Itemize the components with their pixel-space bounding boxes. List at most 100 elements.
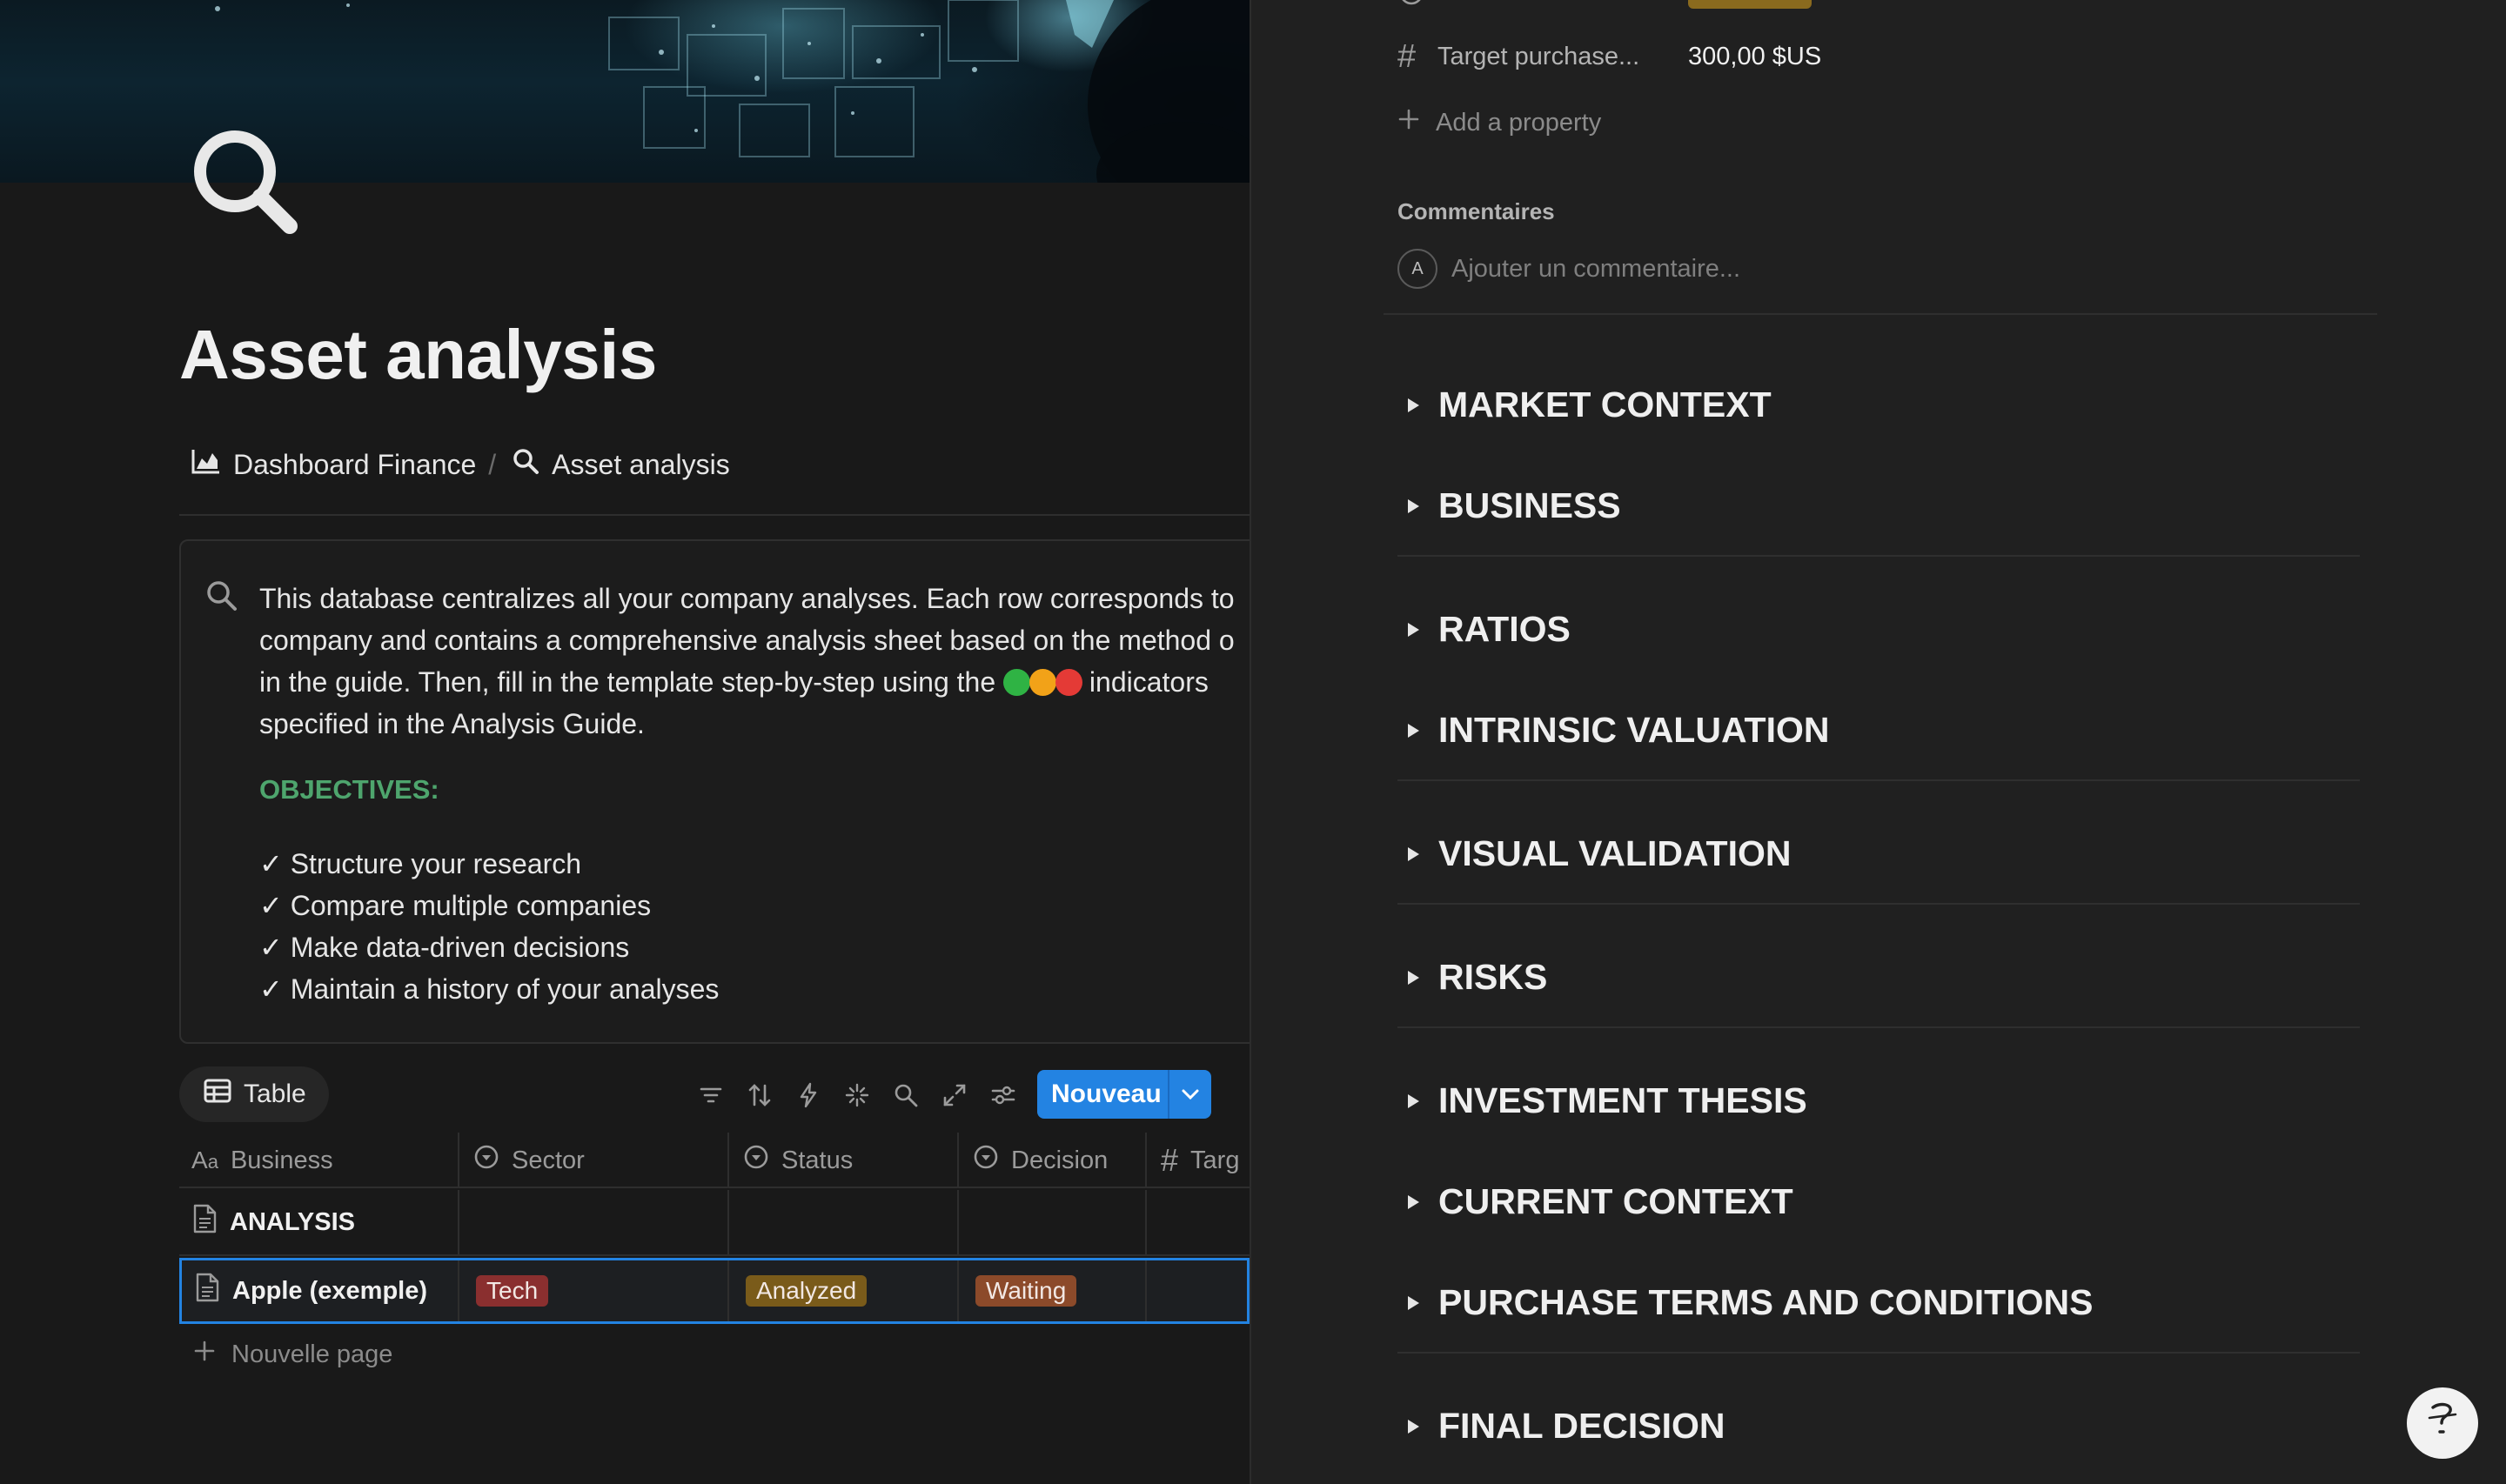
property-row-target[interactable]: # Target purchase... 300,00 $US	[1397, 38, 1821, 76]
callout-line: in the guide. Then, fill in the template…	[259, 661, 1250, 703]
expand-icon[interactable]	[941, 1082, 968, 1108]
filter-icon[interactable]	[698, 1082, 724, 1108]
toggle-business[interactable]: BUSINESS	[1408, 485, 1621, 526]
toggle-heading: PURCHASE TERMS AND CONDITIONS	[1438, 1282, 2094, 1322]
avatar: A	[1397, 249, 1437, 289]
search-icon[interactable]	[187, 124, 300, 237]
callout-line: specified in the Analysis Guide.	[259, 708, 645, 739]
breadcrumb-label: Asset analysis	[552, 448, 730, 480]
divider	[1397, 903, 2360, 905]
row-title: ANALYSIS	[230, 1207, 355, 1236]
table-row[interactable]: ANALYSIS	[179, 1190, 1250, 1256]
column-header-business[interactable]: Aa Business	[191, 1133, 333, 1188]
column-divider	[727, 1260, 729, 1321]
number-hash-icon: #	[1397, 38, 1417, 75]
search-icon	[512, 447, 539, 482]
view-tab-label: Table	[244, 1080, 306, 1108]
new-page-label: Nouvelle page	[231, 1340, 393, 1368]
divider	[1397, 555, 2360, 557]
divider	[1397, 1352, 2360, 1354]
toggle-heading: BUSINESS	[1438, 485, 1621, 525]
table-row-selected[interactable]: Apple (exemple) Tech Analyzed Waiting	[179, 1258, 1250, 1324]
toggle-heading: INTRINSIC VALUATION	[1438, 710, 1830, 750]
toggle-triangle-icon	[1408, 970, 1419, 985]
help-button[interactable]	[2407, 1387, 2478, 1459]
decision-cell[interactable]: Waiting	[975, 1260, 1077, 1321]
chart-icon	[191, 448, 221, 481]
column-divider	[458, 1260, 459, 1321]
column-header-sector[interactable]: Sector	[473, 1133, 585, 1188]
callout-description: This database centralizes all your compa…	[259, 578, 1250, 745]
toggle-market-context[interactable]: MARKET CONTEXT	[1408, 384, 1772, 425]
toggle-heading: MARKET CONTEXT	[1438, 384, 1772, 424]
status-cell[interactable]: Analyzed	[746, 1260, 868, 1321]
toggle-heading: RISKS	[1438, 957, 1548, 997]
toggle-heading: CURRENT CONTEXT	[1438, 1181, 1793, 1221]
column-divider	[727, 1190, 729, 1254]
search-icon[interactable]	[893, 1082, 919, 1108]
toggle-triangle-icon	[1408, 723, 1419, 738]
column-header-decision[interactable]: Decision	[973, 1133, 1108, 1188]
objective-item: ✓ Maintain a history of your analyses	[259, 973, 720, 1005]
column-header-status[interactable]: Status	[743, 1133, 853, 1188]
chevron-down-icon[interactable]	[1169, 1088, 1211, 1100]
toggle-ratios[interactable]: RATIOS	[1408, 609, 1571, 650]
add-property-label: Add a property	[1436, 108, 1602, 137]
column-label: Targ	[1190, 1146, 1240, 1174]
lightning-icon[interactable]	[795, 1082, 821, 1108]
status-tag[interactable]	[1688, 0, 1812, 9]
number-hash-icon: #	[1161, 1142, 1179, 1178]
column-divider	[1145, 1190, 1147, 1254]
row-title-cell[interactable]: ANALYSIS	[179, 1190, 355, 1254]
row-title-cell[interactable]: Apple (exemple)	[182, 1260, 427, 1321]
toggle-triangle-icon	[1408, 1419, 1419, 1434]
column-header-target[interactable]: # Targ	[1161, 1133, 1239, 1188]
column-label: Status	[781, 1146, 854, 1174]
column-divider	[458, 1133, 459, 1187]
page-title[interactable]: Asset analysis	[179, 315, 657, 395]
table-header: Aa Business Sector Status Decision # Tar…	[179, 1133, 1250, 1188]
breadcrumb-item-asset-analysis[interactable]: Asset analysis	[512, 447, 730, 482]
objectives-list: ✓ Structure your research ✓ Compare mult…	[259, 843, 719, 1010]
toggle-current-context[interactable]: CURRENT CONTEXT	[1408, 1181, 1793, 1222]
add-property-button[interactable]: Add a property	[1397, 108, 1601, 137]
divider	[1397, 779, 2360, 781]
view-tab-table[interactable]: Table	[179, 1066, 329, 1122]
sparkle-icon[interactable]	[844, 1082, 870, 1108]
sector-cell[interactable]: Tech	[476, 1260, 549, 1321]
breadcrumb-item-dashboard[interactable]: Dashboard Finance	[191, 448, 476, 481]
database-toolbar: Table Nouveau	[179, 1066, 1250, 1122]
page-document-icon	[194, 1273, 220, 1309]
column-divider	[727, 1133, 729, 1187]
toggle-heading: INVESTMENT THESIS	[1438, 1080, 1807, 1120]
toggle-intrinsic-valuation[interactable]: INTRINSIC VALUATION	[1408, 710, 1829, 751]
callout-block[interactable]: This database centralizes all your compa…	[179, 539, 1250, 1044]
new-page-button[interactable]: Nouvelle page	[193, 1340, 392, 1369]
column-divider	[957, 1133, 959, 1187]
select-icon	[1397, 0, 1425, 11]
settings-sliders-icon[interactable]	[990, 1082, 1016, 1108]
comment-placeholder: Ajouter un commentaire...	[1451, 254, 1741, 283]
title-aa-icon: Aa	[191, 1146, 218, 1173]
callout-line-suffix: indicators	[1082, 666, 1209, 698]
toggle-final-decision[interactable]: FINAL DECISION	[1408, 1406, 1725, 1447]
toggle-purchase-terms[interactable]: PURCHASE TERMS AND CONDITIONS	[1408, 1282, 2093, 1323]
toggle-triangle-icon	[1408, 498, 1419, 513]
new-button[interactable]: Nouveau	[1037, 1070, 1211, 1119]
comment-input[interactable]: A Ajouter un commentaire...	[1397, 249, 1740, 289]
column-divider	[957, 1260, 959, 1321]
side-peek-panel: # Target purchase... 300,00 $US Add a pr…	[1251, 0, 2506, 1484]
column-divider	[458, 1190, 459, 1254]
toggle-visual-validation[interactable]: VISUAL VALIDATION	[1408, 833, 1791, 874]
new-button-label: Nouveau	[1051, 1080, 1162, 1108]
divider	[1397, 1026, 2360, 1028]
objectives-title: OBJECTIVES:	[259, 774, 439, 805]
toggle-risks[interactable]: RISKS	[1408, 957, 1547, 998]
toggle-triangle-icon	[1408, 398, 1419, 412]
page-document-icon	[191, 1204, 218, 1240]
breadcrumb: Dashboard Finance / Asset analysis	[191, 447, 730, 482]
column-divider	[957, 1190, 959, 1254]
sort-icon[interactable]	[747, 1082, 773, 1108]
row-title: Apple (exemple)	[232, 1276, 427, 1305]
toggle-investment-thesis[interactable]: INVESTMENT THESIS	[1408, 1080, 1807, 1121]
